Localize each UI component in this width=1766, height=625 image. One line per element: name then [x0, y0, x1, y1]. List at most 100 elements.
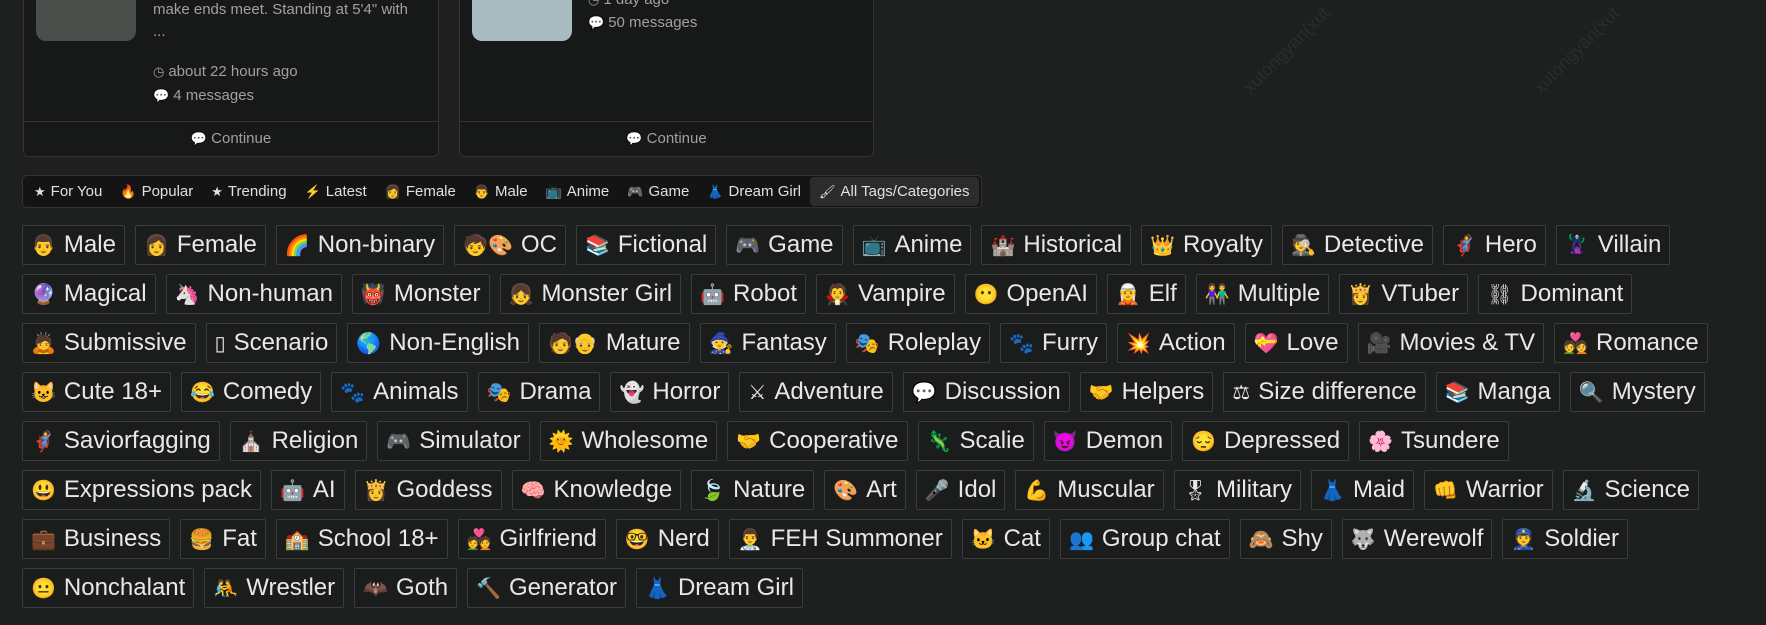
tab-anime[interactable]: 📺 Anime: [537, 177, 619, 206]
tag-chip-movies-tv[interactable]: 🎥 Movies & TV: [1357, 323, 1545, 363]
tag-chip-oc[interactable]: 🧒🎨 OC: [454, 225, 566, 265]
tag-chip-girlfriend[interactable]: 💑 Girlfriend: [457, 519, 606, 559]
tag-chip-dominant[interactable]: ⛓ Dominant: [1478, 274, 1633, 314]
tag-chip-depressed[interactable]: 😔 Depressed: [1182, 421, 1350, 461]
tag-chip-religion[interactable]: ⛪ Religion: [229, 421, 368, 461]
tab-trending[interactable]: ★ Trending: [202, 177, 295, 206]
tag-chip-generator[interactable]: 🔨 Generator: [467, 568, 627, 608]
tab-male[interactable]: 👨 Male: [465, 177, 537, 206]
tab-popular[interactable]: 🔥 Popular: [111, 177, 202, 206]
tag-chip-tsundere[interactable]: 🌸 Tsundere: [1359, 421, 1509, 461]
tag-chip-vampire[interactable]: 🧛 Vampire: [816, 274, 955, 314]
continue-button[interactable]: 💬 Continue: [460, 121, 873, 156]
tag-chip-art[interactable]: 🎨 Art: [824, 470, 906, 510]
tag-chip-robot[interactable]: 🤖 Robot: [691, 274, 807, 314]
tag-chip-fictional[interactable]: 📚 Fictional: [575, 225, 717, 265]
tag-chip-group-chat[interactable]: 👥 Group chat: [1059, 519, 1230, 559]
chat-card[interactable]: ◷1 day ago 💬50 messages 💬 Continue: [459, 0, 874, 157]
tag-chip-game[interactable]: 🎮 Game: [726, 225, 843, 265]
tag-chip-multiple[interactable]: 👫 Multiple: [1195, 274, 1330, 314]
tag-chip-male[interactable]: 👨 Male: [22, 225, 125, 265]
tag-chip-shy[interactable]: 🙈 Shy: [1239, 519, 1332, 559]
tag-chip-submissive[interactable]: 🙇 Submissive: [22, 323, 196, 363]
tag-chip-monster[interactable]: 👹 Monster: [351, 274, 490, 314]
tag-chip-hero[interactable]: 🦸 Hero: [1442, 225, 1546, 265]
tag-chip-detective[interactable]: 🕵 Detective: [1282, 225, 1433, 265]
tag-label: Religion: [271, 427, 359, 454]
tag-chip-dream-girl[interactable]: 👗 Dream Girl: [636, 568, 803, 608]
tag-chip-manga[interactable]: 📚 Manga: [1435, 372, 1560, 412]
tag-chip-cute-18-[interactable]: 😺 Cute 18+: [22, 372, 171, 412]
card-time: ◷1 day ago: [588, 0, 669, 8]
chat-card[interactable]: make ends meet. Standing at 5'4" with ..…: [23, 0, 439, 157]
tag-chip-helpers[interactable]: 🤝 Helpers: [1079, 372, 1214, 412]
tab-all-tags-categories[interactable]: 🖌 All Tags/Categories: [810, 177, 979, 206]
tag-chip-maid[interactable]: 👗 Maid: [1311, 470, 1414, 510]
tag-chip-historical[interactable]: 🏰 Historical: [981, 225, 1132, 265]
tag-chip-non-english[interactable]: 🌎 Non-English: [347, 323, 530, 363]
tag-chip-scalie[interactable]: 🦎 Scalie: [917, 421, 1034, 461]
tab-for-you[interactable]: ★ For You: [25, 177, 111, 206]
tag-chip-mystery[interactable]: 🔍 Mystery: [1569, 372, 1705, 412]
tag-chip-werewolf[interactable]: 🐺 Werewolf: [1341, 519, 1493, 559]
tag-chip-warrior[interactable]: 👊 Warrior: [1423, 470, 1553, 510]
tag-chip-nonchalant[interactable]: 😐 Nonchalant: [22, 568, 195, 608]
tag-chip-animals[interactable]: 🐾 Animals: [331, 372, 468, 412]
tag-chip-villain[interactable]: 🦹 Villain: [1555, 225, 1671, 265]
tab-dream-girl[interactable]: 👗 Dream Girl: [698, 177, 810, 206]
tag-chip-goth[interactable]: 🦇 Goth: [354, 568, 458, 608]
tag-chip-fat[interactable]: 🍔 Fat: [180, 519, 266, 559]
tag-chip-wrestler[interactable]: 🤼 Wrestler: [204, 568, 345, 608]
tag-chip-horror[interactable]: 👻 Horror: [610, 372, 730, 412]
tag-chip-adventure[interactable]: ⚔ Adventure: [739, 372, 893, 412]
tag-chip-monster-girl[interactable]: 👧 Monster Girl: [499, 274, 682, 314]
tag-chip-cat[interactable]: 🐱 Cat: [961, 519, 1050, 559]
tag-chip-soldier[interactable]: 👮 Soldier: [1502, 519, 1629, 559]
tag-chip-size-difference[interactable]: ⚖ Size difference: [1223, 372, 1426, 412]
tag-chip-comedy[interactable]: 😂 Comedy: [180, 372, 322, 412]
tag-chip-feh-summoner[interactable]: 👨‍⚕ FEH Summoner: [728, 519, 952, 559]
tag-chip-nerd[interactable]: 🤓 Nerd: [615, 519, 719, 559]
tag-chip-simulator[interactable]: 🎮 Simulator: [377, 421, 530, 461]
tag-chip-furry[interactable]: 🐾 Furry: [1000, 323, 1108, 363]
tag-chip-action[interactable]: 💥 Action: [1117, 323, 1235, 363]
tab-latest[interactable]: ⚡ Latest: [296, 177, 376, 206]
tag-chip-ai[interactable]: 🤖 AI: [271, 470, 345, 510]
tag-chip-anime[interactable]: 📺 Anime: [852, 225, 972, 265]
tag-chip-saviorfagging[interactable]: 🦸 Saviorfagging: [22, 421, 220, 461]
tag-chip-love[interactable]: 💝 Love: [1244, 323, 1348, 363]
tag-chip-military[interactable]: 🎖 Military: [1173, 470, 1302, 510]
tag-chip-demon[interactable]: 😈 Demon: [1043, 421, 1173, 461]
tag-chip-muscular[interactable]: 💪 Muscular: [1015, 470, 1164, 510]
tag-chip-romance[interactable]: 💑 Romance: [1554, 323, 1708, 363]
tag-chip-non-human[interactable]: 🦄 Non-human: [165, 274, 342, 314]
tag-chip-elf[interactable]: 🧝 Elf: [1106, 274, 1186, 314]
tag-chip-openai[interactable]: 😶 OpenAI: [964, 274, 1097, 314]
tag-chip-non-binary[interactable]: 🌈 Non-binary: [275, 225, 445, 265]
tab-game[interactable]: 🎮 Game: [618, 177, 698, 206]
tag-chip-goddess[interactable]: 👸 Goddess: [354, 470, 502, 510]
tag-chip-roleplay[interactable]: 🎭 Roleplay: [845, 323, 991, 363]
tag-chip-knowledge[interactable]: 🧠 Knowledge: [511, 470, 682, 510]
tag-chip-expressions-pack[interactable]: 😃 Expressions pack: [22, 470, 261, 510]
tag-icon: 😃: [31, 479, 56, 502]
tab-female[interactable]: 👩 Female: [376, 177, 465, 206]
tag-chip-drama[interactable]: 🎭 Drama: [477, 372, 601, 412]
tag-chip-business[interactable]: 💼 Business: [22, 519, 171, 559]
tag-chip-royalty[interactable]: 👑 Royalty: [1141, 225, 1272, 265]
tag-label: Goddess: [396, 476, 493, 503]
tag-chip-idol[interactable]: 🎤 Idol: [915, 470, 1006, 510]
tag-chip-mature[interactable]: 🧑👴 Mature: [539, 323, 690, 363]
tag-chip-nature[interactable]: 🍃 Nature: [691, 470, 815, 510]
tag-chip-science[interactable]: 🔬 Science: [1562, 470, 1699, 510]
tag-chip-discussion[interactable]: 💬 Discussion: [902, 372, 1070, 412]
tag-chip-cooperative[interactable]: 🤝 Cooperative: [727, 421, 908, 461]
continue-button[interactable]: 💬 Continue: [24, 121, 438, 156]
tag-chip-fantasy[interactable]: 🧙 Fantasy: [699, 323, 836, 363]
tag-chip-school-18-[interactable]: 🏫 School 18+: [275, 519, 448, 559]
tag-chip-vtuber[interactable]: 👸 VTuber: [1339, 274, 1469, 314]
tag-chip-magical[interactable]: 🔮 Magical: [22, 274, 156, 314]
tag-chip-scenario[interactable]: ▯ Scenario: [205, 323, 338, 363]
tag-chip-wholesome[interactable]: 🌞 Wholesome: [539, 421, 718, 461]
tag-chip-female[interactable]: 👩 Female: [134, 225, 266, 265]
